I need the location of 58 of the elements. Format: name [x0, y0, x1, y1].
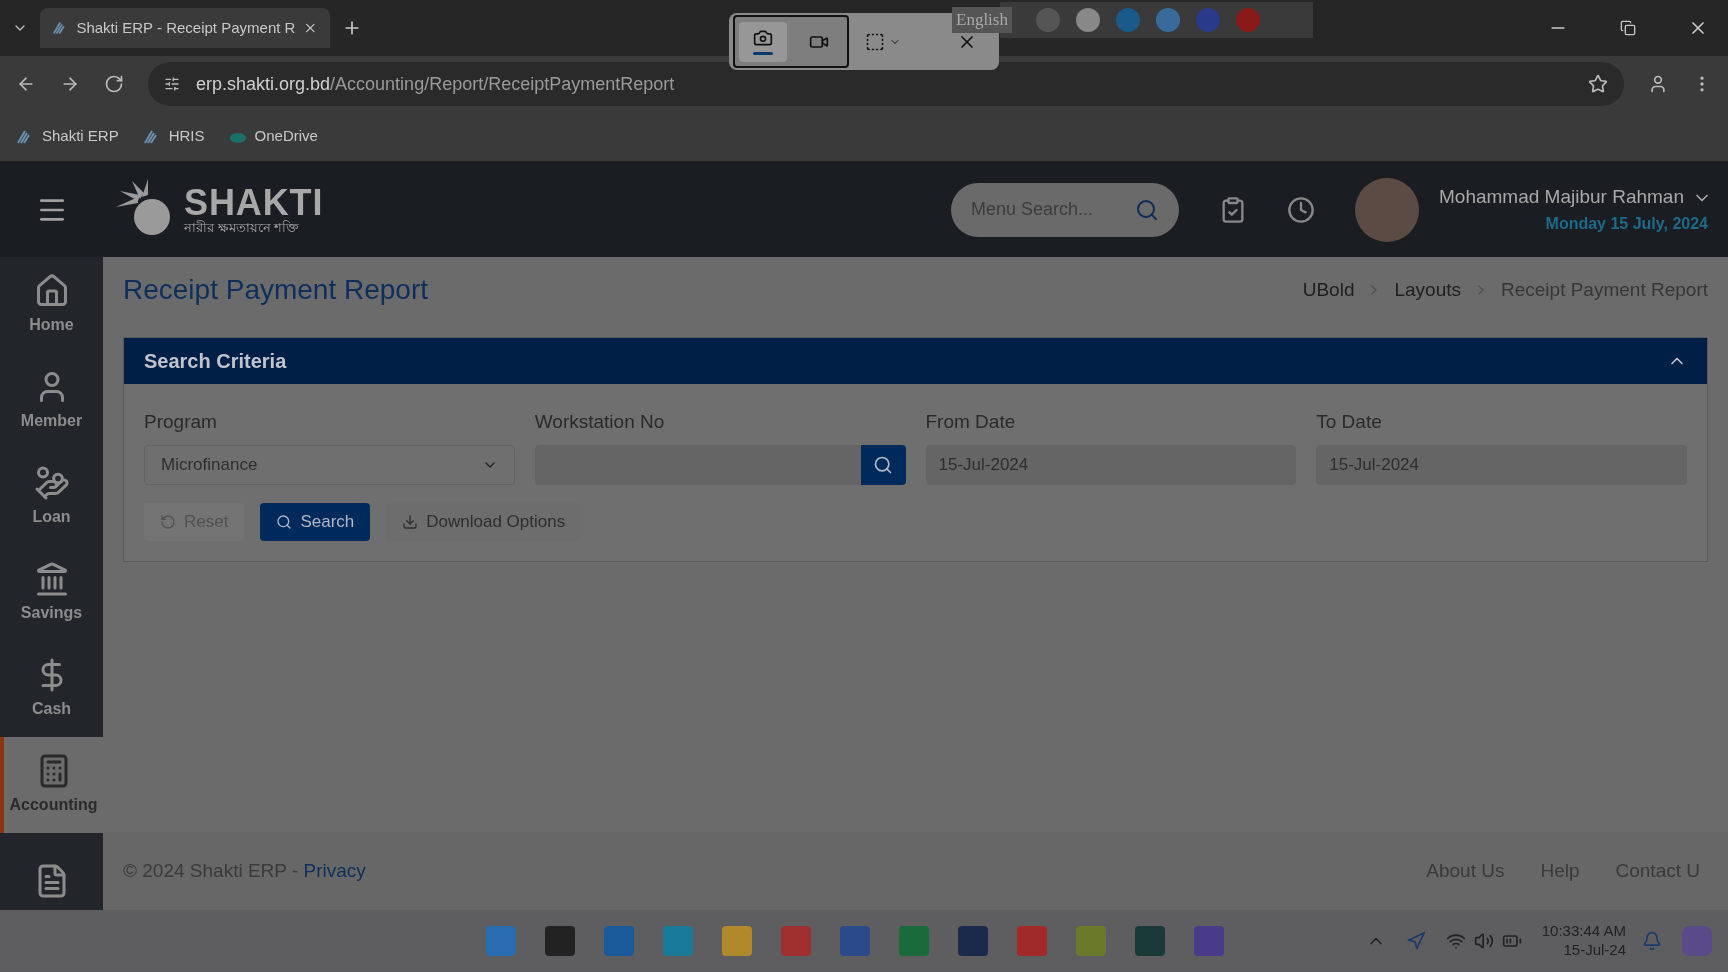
bookmark-link[interactable]: HRIS [142, 125, 205, 148]
sidebar-item[interactable]: Home [0, 257, 103, 353]
page-title: Receipt Payment Report [123, 273, 429, 307]
url-text: erp.shakti.org.bd/Accounting/Report/ReceiptPaymentReport [196, 72, 675, 96]
sidebar-item[interactable]: Savings [0, 545, 103, 641]
browser-tab[interactable]: Shakti ERP - Receipt Payment R [40, 8, 330, 48]
field-label: Workstation No [534, 410, 666, 434]
photo-mode-button[interactable] [739, 21, 787, 62]
toolbar-icon[interactable] [1115, 8, 1140, 32]
bookmark-link[interactable]: OneDrive [228, 125, 318, 148]
clock-icon[interactable] [1287, 195, 1315, 224]
search-button[interactable] [860, 444, 906, 485]
field-label: To Date [1316, 410, 1383, 434]
speaker-icon[interactable] [1473, 931, 1494, 951]
wifi-icon[interactable] [1445, 931, 1466, 951]
current-date: Monday 15 July, 2024 [1545, 213, 1708, 234]
sidebar-item[interactable]: Loan [0, 449, 103, 545]
privacy-link[interactable]: Privacy [303, 859, 366, 881]
toolbar-icon[interactable] [1075, 8, 1100, 32]
user-name[interactable]: Mohammad Majibur Rahman [1439, 183, 1684, 212]
search-button[interactable]: Search [260, 502, 371, 541]
camera-icon [753, 28, 773, 48]
location-icon[interactable] [1405, 931, 1426, 951]
refresh-icon [160, 513, 176, 530]
tab-title: Shakti ERP - Receipt Payment R [76, 17, 296, 38]
workstation-field[interactable] [534, 444, 861, 485]
sidebar-item[interactable]: Cash [0, 641, 103, 737]
sidebar-item[interactable]: Accounting [0, 737, 103, 833]
field-label: From Date [925, 410, 1017, 434]
field-label: Program [144, 410, 218, 434]
handshake-coin-icon [33, 465, 70, 501]
restore-icon[interactable] [1620, 20, 1636, 36]
search-icon [873, 454, 893, 475]
clock-time[interactable]: 10:33:44 AM [1541, 922, 1626, 941]
profile-icon[interactable] [1648, 74, 1668, 94]
toolbar-icon[interactable] [1155, 8, 1180, 32]
sidebar-item[interactable]: Member [0, 353, 103, 449]
address-bar[interactable]: erp.shakti.org.bd/Accounting/Report/ReceiptPaymentReport [148, 62, 1624, 106]
bookmark-link[interactable]: Shakti ERP [16, 125, 119, 148]
breadcrumb-item[interactable]: Layouts [1394, 275, 1461, 305]
brand-tagline: নারীর ক্ষমতায়নে শক্তি [184, 221, 301, 234]
bell-icon[interactable] [1642, 931, 1662, 951]
search-icon [276, 513, 293, 530]
program-select[interactable]: Microfinance [144, 444, 515, 485]
date-field[interactable]: 15-Jul-2024 [925, 444, 1297, 485]
clock-date[interactable]: 15-Jul-24 [1563, 941, 1626, 960]
selection-mode-icon[interactable] [865, 31, 885, 52]
reload-icon[interactable] [104, 74, 124, 94]
site-settings-icon[interactable] [164, 76, 180, 92]
bookmark-star-icon[interactable] [1588, 74, 1608, 94]
breadcrumb-item[interactable]: UBold [1302, 275, 1355, 305]
date-field[interactable]: 15-Jul-2024 [1316, 444, 1687, 485]
brand-name: SHAKTI [184, 185, 324, 221]
toolbar-icon[interactable] [1035, 8, 1060, 32]
search-icon[interactable] [1135, 197, 1159, 222]
download-icon [402, 513, 419, 530]
language-label[interactable]: English [952, 7, 1012, 33]
card-header[interactable]: Search Criteria [124, 338, 1707, 384]
